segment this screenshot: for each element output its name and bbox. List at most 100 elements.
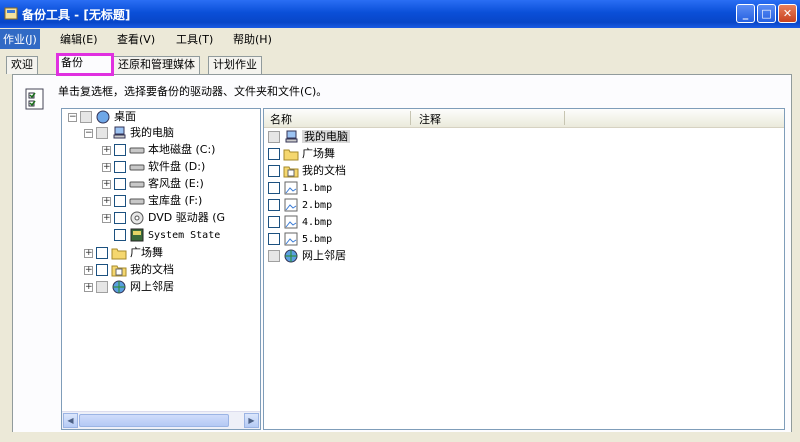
checkbox[interactable] <box>96 281 108 293</box>
desktop-icon <box>96 110 110 124</box>
menu-tools[interactable]: 工具(T) <box>176 31 213 47</box>
list-item[interactable]: 2.bmp <box>268 197 332 213</box>
menu-job[interactable]: 作业(J) <box>0 29 40 49</box>
list-item-label: 广场舞 <box>302 147 335 160</box>
scroll-thumb[interactable] <box>79 414 229 427</box>
documents-icon <box>283 166 299 178</box>
checkbox[interactable] <box>114 212 126 224</box>
tree-node-system-state[interactable]: System State <box>114 227 220 243</box>
tree-node-desktop[interactable]: − 桌面 <box>68 109 136 125</box>
expand-icon[interactable]: + <box>102 145 111 155</box>
tree-node-drive-e[interactable]: + 客风盘 (E:) <box>102 176 204 192</box>
expand-icon[interactable]: + <box>102 162 111 172</box>
tree-node-my-computer[interactable]: − 我的电脑 <box>84 125 174 141</box>
list-item[interactable]: 我的电脑 <box>268 129 350 145</box>
checkbox[interactable] <box>96 264 108 276</box>
list-item[interactable]: 1.bmp <box>268 180 332 196</box>
minimize-button[interactable]: _ <box>736 4 755 23</box>
image-file-icon <box>284 232 298 246</box>
network-icon <box>112 280 126 294</box>
tree-node-drive-d[interactable]: + 软件盘 (D:) <box>102 159 205 175</box>
window-title: 备份工具 - [无标题] <box>22 8 131 22</box>
list-item-label: 网上邻居 <box>302 249 346 262</box>
checkbox[interactable] <box>268 148 280 160</box>
column-divider[interactable] <box>564 111 565 125</box>
computer-icon <box>113 126 126 139</box>
checkbox[interactable] <box>96 127 108 139</box>
expand-icon[interactable]: + <box>84 265 93 275</box>
checkbox[interactable] <box>96 247 108 259</box>
column-name-header[interactable]: 名称 <box>270 111 292 127</box>
network-icon <box>284 249 298 263</box>
folder-icon <box>283 149 299 161</box>
image-file-icon <box>284 198 298 212</box>
drive-icon <box>129 181 145 188</box>
close-button[interactable]: ✕ <box>778 4 797 23</box>
checkbox[interactable] <box>114 195 126 207</box>
expand-icon[interactable]: + <box>84 248 93 258</box>
folder-tree[interactable]: − 桌面 − 我的电脑 + 本地磁盘 (C:) + 软件盘 (D:) + 客风盘 (E:)… <box>61 108 261 430</box>
checkbox[interactable] <box>268 216 280 228</box>
tree-label: DVD 驱动器 (G <box>148 211 226 224</box>
scroll-right-icon[interactable]: ▶ <box>244 413 259 428</box>
menu-help[interactable]: 帮助(H) <box>233 31 272 47</box>
tree-node-dvd[interactable]: + DVD 驱动器 (G <box>102 210 225 226</box>
tree-node-drive-c[interactable]: + 本地磁盘 (C:) <box>102 142 215 158</box>
documents-icon <box>111 265 127 277</box>
maximize-button[interactable]: □ <box>757 4 776 23</box>
checkbox[interactable] <box>268 182 280 194</box>
list-item[interactable]: 4.bmp <box>268 214 332 230</box>
expand-icon[interactable]: + <box>84 282 93 292</box>
column-divider[interactable] <box>410 111 411 125</box>
drive-icon <box>129 198 145 205</box>
tree-node-my-documents[interactable]: + 我的文档 <box>84 262 174 278</box>
expand-icon[interactable]: + <box>102 213 111 223</box>
menu-view[interactable]: 查看(V) <box>117 31 155 47</box>
collapse-icon[interactable]: − <box>68 112 77 122</box>
tree-node-network[interactable]: + 网上邻居 <box>84 279 174 295</box>
expand-icon[interactable]: + <box>102 196 111 206</box>
backup-panel: 单击复选框，选择要备份的驱动器、文件夹和文件(C)。 − 桌面 − 我的电脑 + 本地… <box>12 74 792 440</box>
tree-node-drive-f[interactable]: + 宝库盘 (F:) <box>102 193 202 209</box>
checkbox[interactable] <box>268 199 280 211</box>
checkbox[interactable] <box>80 111 92 123</box>
tree-node-guangchangwu[interactable]: + 广场舞 <box>84 245 163 261</box>
image-file-icon <box>284 215 298 229</box>
tree-label: 我的电脑 <box>130 126 174 139</box>
file-list[interactable]: 名称 注释 我的电脑 广场舞 我的文档 1.bmp 2.bmp 4.bmp 5.… <box>263 108 785 430</box>
list-header: 名称 注释 <box>264 109 784 128</box>
scroll-left-icon[interactable]: ◀ <box>63 413 78 428</box>
list-item[interactable]: 广场舞 <box>268 146 335 162</box>
tab-welcome[interactable]: 欢迎 <box>6 56 38 74</box>
tab-schedule[interactable]: 计划作业 <box>208 56 262 74</box>
checklist-icon <box>25 88 44 110</box>
checkbox[interactable] <box>114 178 126 190</box>
tree-label: 客风盘 (E:) <box>148 177 204 190</box>
list-item-label: 5.bmp <box>302 234 333 245</box>
list-item[interactable]: 我的文档 <box>268 163 346 179</box>
checkbox[interactable] <box>114 161 126 173</box>
list-item-label: 2.bmp <box>302 200 333 211</box>
dvd-icon <box>130 211 144 225</box>
tab-highlight-box <box>56 53 114 76</box>
list-item-label: 我的文档 <box>302 164 346 177</box>
title-bar[interactable]: 备份工具 - [无标题] _ □ ✕ <box>0 0 800 28</box>
list-item[interactable]: 5.bmp <box>268 231 332 247</box>
expand-icon[interactable]: + <box>102 179 111 189</box>
tree-label: 广场舞 <box>130 246 163 259</box>
checkbox[interactable] <box>114 229 126 241</box>
checkbox[interactable] <box>268 250 280 262</box>
tree-label: 宝库盘 (F:) <box>148 194 203 207</box>
tab-restore[interactable]: 还原和管理媒体 <box>113 56 200 74</box>
checkbox[interactable] <box>114 144 126 156</box>
tree-horizontal-scrollbar[interactable]: ◀ ▶ <box>62 411 260 429</box>
list-item[interactable]: 网上邻居 <box>268 248 346 264</box>
collapse-icon[interactable]: − <box>84 128 93 138</box>
checkbox[interactable] <box>268 165 280 177</box>
tree-label: 我的文档 <box>130 263 174 276</box>
checkbox[interactable] <box>268 131 280 143</box>
column-comment-header[interactable]: 注释 <box>419 111 441 127</box>
checkbox[interactable] <box>268 233 280 245</box>
tree-label: 网上邻居 <box>130 280 174 293</box>
menu-edit[interactable]: 编辑(E) <box>60 31 98 47</box>
